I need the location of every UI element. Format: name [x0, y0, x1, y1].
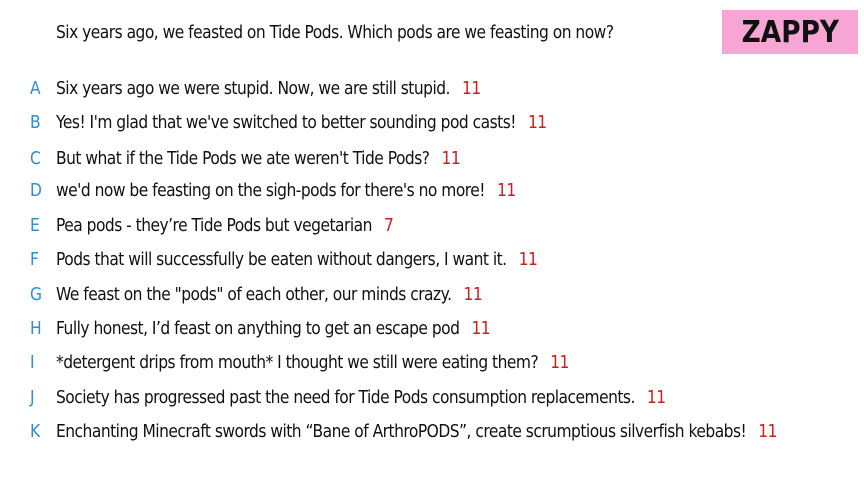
- answer-text-wrap: Pea pods - they’re Tide Pods but vegetar…: [56, 214, 394, 236]
- vote-count: 11: [646, 386, 666, 408]
- vote-count: 11: [461, 77, 481, 99]
- answer-text: But what if the Tide Pods we ate weren't…: [56, 147, 430, 169]
- answer-text-wrap: Yes! I'm glad that we've switched to bet…: [56, 112, 547, 133]
- vote-count: 11: [550, 351, 569, 373]
- answer-text: *detergent drips from mouth* I thought w…: [56, 351, 539, 373]
- answer-text-wrap: Society has progressed past the need for…: [56, 387, 666, 408]
- answer-text-wrap: Six years ago we were stupid. Now, we ar…: [56, 78, 481, 99]
- answer-letter: B: [30, 111, 41, 133]
- answer-text: Yes! I'm glad that we've switched to bet…: [56, 111, 516, 133]
- answer-text: We feast on the "pods" of each other, ou…: [56, 283, 452, 305]
- game-screen: Six years ago, we feasted on Tide Pods. …: [0, 0, 864, 482]
- answer-text: Pods that will successfully be eaten wit…: [56, 248, 507, 270]
- answer-text: we'd now be feasting on the sigh-pods fo…: [56, 179, 485, 201]
- vote-count: 11: [527, 111, 547, 133]
- answer-letter: C: [30, 147, 41, 169]
- answer-text: Pea pods - they’re Tide Pods but vegetar…: [56, 214, 372, 236]
- answer-letter: D: [30, 179, 42, 201]
- vote-count: 11: [497, 179, 516, 201]
- vote-count: 11: [758, 420, 777, 442]
- answer-letter: G: [30, 283, 42, 305]
- answer-text-wrap: we'd now be feasting on the sigh-pods fo…: [56, 180, 516, 201]
- answer-letter: I: [30, 351, 35, 373]
- vote-count: 11: [471, 317, 491, 339]
- answer-text-wrap: Enchanting Minecraft swords with “Bane o…: [56, 421, 777, 442]
- vote-count: 11: [518, 248, 538, 270]
- vote-count: 11: [463, 283, 483, 305]
- vote-count: 11: [441, 147, 461, 169]
- answer-text-wrap: We feast on the "pods" of each other, ou…: [56, 283, 483, 305]
- answer-list: A Six years ago we were stupid. Now, we …: [0, 0, 864, 482]
- answer-text: Six years ago we were stupid. Now, we ar…: [56, 77, 450, 99]
- answer-text-wrap: Pods that will successfully be eaten wit…: [56, 248, 538, 270]
- answer-letter: H: [30, 317, 42, 339]
- answer-text-wrap: Fully honest, I’d feast on anything to g…: [56, 317, 491, 339]
- answer-text: Society has progressed past the need for…: [56, 386, 635, 408]
- answer-letter: K: [30, 420, 41, 442]
- vote-count: 7: [383, 214, 394, 236]
- answer-letter: J: [30, 386, 35, 408]
- answer-text: Fully honest, I’d feast on anything to g…: [56, 317, 460, 339]
- answer-letter: E: [30, 214, 40, 236]
- answer-text-wrap: *detergent drips from mouth* I thought w…: [56, 352, 569, 373]
- answer-letter: F: [30, 248, 39, 270]
- answer-letter: A: [30, 77, 41, 99]
- answer-text: Enchanting Minecraft swords with “Bane o…: [56, 420, 747, 442]
- answer-text-wrap: But what if the Tide Pods we ate weren't…: [56, 147, 461, 169]
